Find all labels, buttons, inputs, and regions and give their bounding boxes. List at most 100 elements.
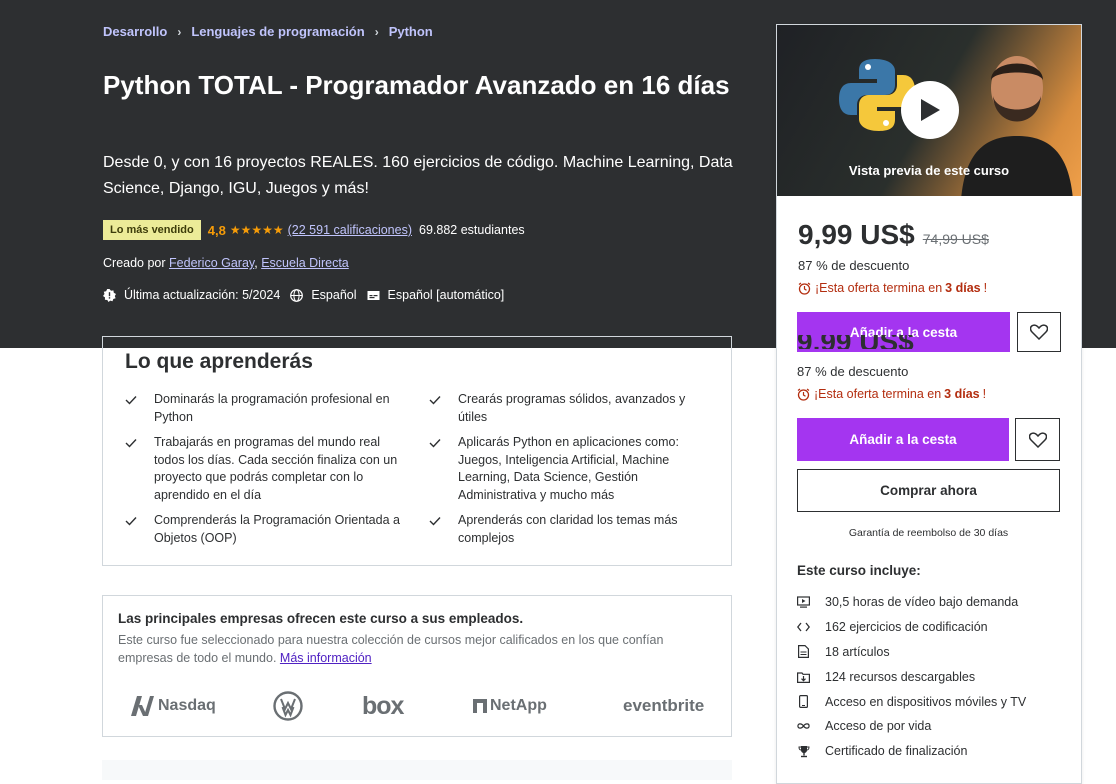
offer-suffix: ! bbox=[983, 281, 988, 295]
breadcrumb: Desarrollo › Lenguajes de programación ›… bbox=[103, 24, 433, 39]
discount-label: 87 % de descuento bbox=[798, 258, 910, 273]
includes-item: 18 artículos bbox=[797, 640, 1026, 665]
nasdaq-logo-text: Nasdaq bbox=[158, 697, 216, 714]
includes-item-text: Certificado de finalización bbox=[825, 744, 968, 759]
chevron-right-icon: › bbox=[374, 24, 379, 39]
last-updated: Última actualización: 5/2024 bbox=[124, 288, 281, 302]
original-price: 74,99 US$ bbox=[922, 231, 989, 247]
alarm-clock-icon bbox=[797, 388, 810, 401]
wishlist-button[interactable] bbox=[1017, 312, 1061, 352]
what-you-will-learn: Lo que aprenderás Dominarás la programac… bbox=[102, 336, 732, 566]
eventbrite-logo: eventbrite bbox=[623, 688, 704, 724]
check-icon bbox=[125, 512, 137, 547]
check-icon bbox=[125, 434, 137, 504]
learn-item: Dominarás la programación profesional en… bbox=[125, 391, 405, 426]
nasdaq-logo: Nasdaq bbox=[129, 688, 216, 724]
course-title: Python TOTAL - Programador Avanzado en 1… bbox=[103, 70, 730, 100]
check-icon bbox=[429, 434, 441, 504]
course-language: Español bbox=[311, 288, 357, 302]
netapp-logo-text: NetApp bbox=[490, 697, 547, 714]
companies-description: Este curso fue seleccionado para nuestra… bbox=[118, 631, 718, 667]
created-by-label: Creado por bbox=[103, 256, 166, 270]
includes-item-text: Acceso de por vida bbox=[825, 719, 932, 734]
learn-item: Crearás programas sólidos, avanzados y ú… bbox=[429, 391, 699, 426]
alarm-clock-icon bbox=[798, 282, 811, 295]
course-preview[interactable]: Vista previa de este curso bbox=[777, 25, 1081, 196]
learn-item-text: Crearás programas sólidos, avanzados y ú… bbox=[458, 392, 686, 424]
box-logo-text: box bbox=[362, 691, 404, 720]
current-price: 9,99 US$ bbox=[798, 219, 915, 250]
learn-item-text: Trabajarás en programas del mundo real t… bbox=[154, 435, 398, 502]
box-logo: box bbox=[362, 688, 404, 724]
rating-value: 4,8 bbox=[207, 222, 226, 238]
play-button[interactable] bbox=[901, 81, 959, 139]
learn-item: Aplicarás Python en aplicaciones como: J… bbox=[429, 434, 689, 504]
learn-item: Comprenderás la Programación Orientada a… bbox=[125, 512, 415, 547]
includes-item-text: 124 recursos descargables bbox=[825, 669, 976, 684]
trophy-icon bbox=[797, 745, 810, 758]
netapp-logo: NetApp bbox=[473, 688, 547, 724]
globe-icon bbox=[290, 288, 304, 302]
includes-item: 30,5 horas de vídeo bajo demanda bbox=[797, 590, 1026, 615]
sticky-add-to-cart-button[interactable]: Añadir a la cesta bbox=[797, 418, 1009, 461]
learn-title: Lo que aprenderás bbox=[125, 350, 313, 373]
buy-now-button[interactable]: Comprar ahora bbox=[797, 469, 1060, 512]
breadcrumb-item-desarrollo[interactable]: Desarrollo bbox=[103, 24, 167, 39]
play-icon bbox=[921, 99, 940, 121]
learn-item: Trabajarás en programas del mundo real t… bbox=[125, 434, 405, 504]
download-icon bbox=[797, 670, 810, 683]
check-icon bbox=[429, 391, 441, 426]
companies-title: Las principales empresas ofrecen este cu… bbox=[118, 611, 524, 626]
sticky-wishlist-button[interactable] bbox=[1015, 418, 1060, 461]
ratings-count-link[interactable]: (22 591 calificaciones) bbox=[288, 223, 412, 237]
bestseller-badge: Lo más vendido bbox=[103, 220, 201, 240]
sticky-offer-days: 3 días bbox=[944, 387, 980, 401]
author-link-federico[interactable]: Federico Garay bbox=[169, 256, 254, 270]
offer-countdown: ¡Esta oferta termina en 3 días ! bbox=[798, 281, 987, 295]
course-meta: Última actualización: 5/2024 Español Esp… bbox=[103, 288, 504, 302]
includes-item-text: 18 artículos bbox=[825, 644, 890, 659]
learn-item-text: Aplicarás Python en aplicaciones como: J… bbox=[458, 435, 679, 502]
breadcrumb-item-lenguajes[interactable]: Lenguajes de programación bbox=[191, 24, 364, 39]
includes-item-text: 30,5 horas de vídeo bajo demanda bbox=[825, 595, 1019, 610]
volkswagen-logo bbox=[273, 688, 303, 724]
author-link-escuela[interactable]: Escuela Directa bbox=[261, 256, 349, 270]
includes-item-text: 162 ejercicios de codificación bbox=[825, 620, 988, 635]
eventbrite-logo-text: eventbrite bbox=[623, 696, 705, 715]
top-companies-box: Las principales empresas ofrecen este cu… bbox=[102, 595, 732, 737]
infinity-icon bbox=[797, 720, 810, 733]
money-back-guarantee: Garantía de reembolso de 30 días bbox=[848, 527, 1009, 539]
video-icon bbox=[797, 596, 810, 609]
includes-item: Acceso en dispositivos móviles y TV bbox=[797, 689, 1026, 714]
learn-item: Aprenderás con claridad los temas más co… bbox=[429, 512, 689, 547]
chevron-right-icon: › bbox=[177, 24, 182, 39]
mobile-icon bbox=[797, 695, 810, 709]
check-icon bbox=[429, 512, 441, 547]
price-row: 9,99 US$ 74,99 US$ bbox=[798, 219, 989, 251]
sticky-offer-prefix: ¡Esta oferta termina en bbox=[814, 387, 942, 401]
includes-item-text: Acceso en dispositivos móviles y TV bbox=[825, 694, 1027, 709]
captions-icon bbox=[367, 289, 380, 302]
alert-badge-icon bbox=[103, 288, 116, 302]
heart-icon bbox=[1030, 324, 1048, 340]
includes-title: Este curso incluye: bbox=[797, 563, 921, 578]
sticky-offer-countdown: ¡Esta oferta termina en 3 días ! bbox=[797, 387, 986, 401]
sticky-offer-suffix: ! bbox=[982, 387, 987, 401]
includes-item: 162 ejercicios de codificación bbox=[797, 615, 1026, 640]
offer-days: 3 días bbox=[945, 281, 981, 295]
students-count: 69.882 estudiantes bbox=[419, 223, 525, 237]
learn-item-text: Comprenderás la Programación Orientada a… bbox=[154, 513, 400, 545]
includes-list: 30,5 horas de vídeo bajo demanda 162 eje… bbox=[797, 590, 1026, 764]
check-icon bbox=[125, 391, 137, 426]
article-icon bbox=[797, 645, 810, 659]
includes-item: Acceso de por vida bbox=[797, 714, 1026, 739]
next-section-edge bbox=[102, 760, 732, 780]
breadcrumb-item-python[interactable]: Python bbox=[389, 24, 433, 39]
code-icon bbox=[797, 621, 810, 634]
heart-icon bbox=[1028, 431, 1047, 448]
more-info-link[interactable]: Más información bbox=[280, 651, 372, 665]
includes-item: 124 recursos descargables bbox=[797, 664, 1026, 689]
sticky-price-fragment: 9,99 US$ bbox=[797, 335, 914, 349]
course-subtitle: Desde 0, y con 16 proyectos REALES. 160 … bbox=[103, 154, 733, 197]
includes-item: Certificado de finalización bbox=[797, 739, 1026, 764]
